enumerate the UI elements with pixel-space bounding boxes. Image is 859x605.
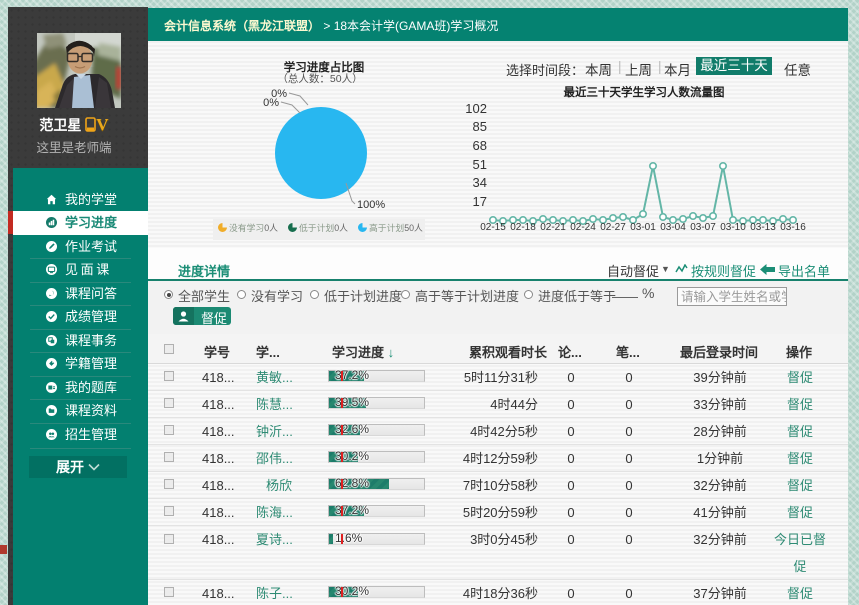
svg-text:低于计划0人: 低于计划0人: [299, 222, 348, 233]
svg-text:100%: 100%: [357, 199, 385, 211]
svg-text:02-27: 02-27: [600, 222, 626, 233]
svg-text:03-04: 03-04: [660, 222, 686, 233]
svg-text:最近三十天学生学习人数流量图: 最近三十天学生学习人数流量图: [564, 85, 725, 99]
svg-text:03-13: 03-13: [750, 222, 776, 233]
svg-text:02-18: 02-18: [510, 222, 536, 233]
svg-text:85: 85: [473, 119, 487, 134]
svg-text:02-21: 02-21: [540, 222, 566, 233]
svg-text:03-16: 03-16: [780, 222, 806, 233]
svg-text:102: 102: [465, 101, 487, 116]
svg-text:没有学习0人: 没有学习0人: [229, 222, 278, 233]
svg-text:0%: 0%: [263, 97, 279, 109]
svg-text:03-10: 03-10: [720, 222, 746, 233]
svg-text:02-24: 02-24: [570, 222, 596, 233]
svg-text:学习进度占比图: 学习进度占比图: [284, 60, 365, 74]
svg-text:02-15: 02-15: [480, 222, 506, 233]
svg-text:（总人数：50人）: （总人数：50人）: [277, 72, 362, 85]
svg-text:高于计划50人: 高于计划50人: [369, 222, 423, 233]
svg-text:51: 51: [473, 157, 487, 172]
svg-text:34: 34: [473, 175, 487, 190]
svg-text:03-01: 03-01: [630, 222, 656, 233]
svg-text:03-07: 03-07: [690, 222, 716, 233]
svg-text:17: 17: [473, 194, 487, 209]
svg-text:68: 68: [473, 138, 487, 153]
